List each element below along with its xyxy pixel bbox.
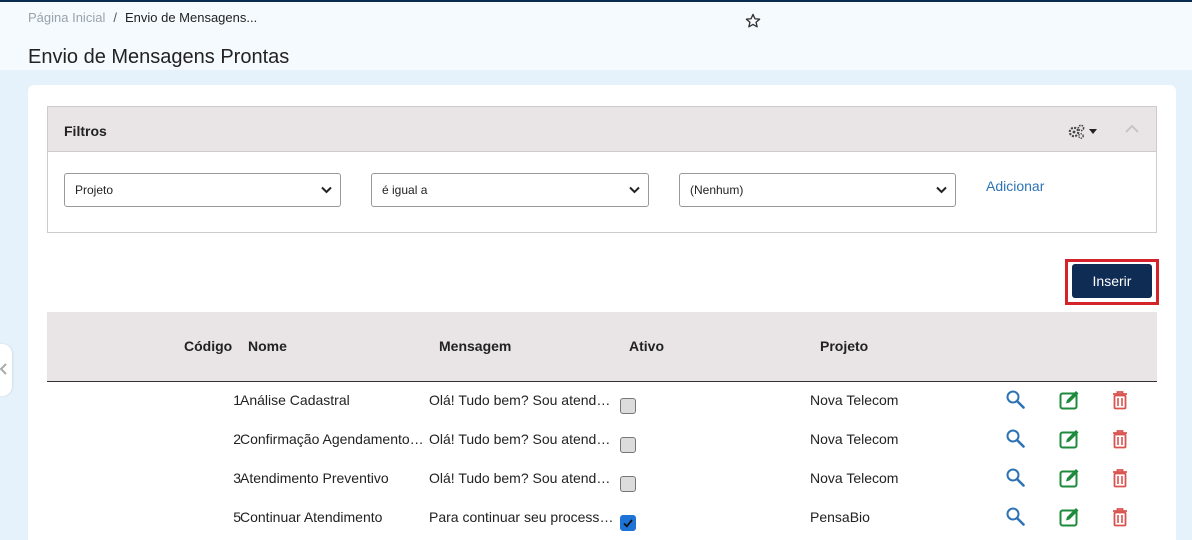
filter-field-value: Projeto <box>75 183 114 197</box>
chevron-down-icon <box>321 186 332 194</box>
add-filter-link[interactable]: Adicionar <box>986 178 1044 194</box>
row-message: Olá! Tudo bem? Sou atendente <box>429 392 617 408</box>
page-header: Página Inicial / Envio de Mensagens... Env… <box>0 2 1192 70</box>
filters-title: Filtros <box>64 123 107 139</box>
delete-button[interactable] <box>1109 428 1131 450</box>
delete-button[interactable] <box>1109 389 1131 411</box>
view-button[interactable] <box>1005 428 1027 450</box>
breadcrumb-separator: / <box>113 10 117 25</box>
table-row: 1 Análise Cadastral Olá! Tudo bem? Sou ate… <box>47 383 1157 422</box>
view-button[interactable] <box>1005 506 1027 528</box>
table-header: Código Nome Mensagem Ativo Projeto <box>47 312 1157 382</box>
column-header-code[interactable]: Código <box>184 338 232 354</box>
edit-icon <box>1059 391 1079 410</box>
row-active-checkbox[interactable] <box>620 515 636 531</box>
table-row: 2Confirmação Agendamento InstalaçãoOlá! … <box>47 422 1157 461</box>
chevron-left-icon <box>0 363 7 375</box>
row-name: Atendimento Preventivo <box>240 470 389 486</box>
magnifier-icon <box>1006 468 1025 487</box>
insert-button[interactable]: Inserir <box>1072 264 1152 298</box>
row-message: Para continuar seu processo de <box>429 509 617 525</box>
filters-header: Filtros <box>48 107 1156 152</box>
row-message: Olá! Tudo bem? Sou atendente <box>429 431 617 447</box>
filter-operator-value: é igual a <box>382 183 428 197</box>
filters-collapse-button[interactable] <box>1124 122 1140 136</box>
filter-value-value: (Nenhum) <box>690 183 744 197</box>
column-header-active[interactable]: Ativo <box>629 338 664 354</box>
trash-icon <box>1113 391 1127 410</box>
caret-down-icon <box>1089 129 1097 134</box>
trash-icon <box>1113 508 1127 527</box>
column-header-name[interactable]: Nome <box>248 338 287 354</box>
page-title: Envio de Mensagens Prontas <box>28 46 290 68</box>
filter-operator-select[interactable]: é igual a <box>371 173 649 207</box>
row-active-checkbox[interactable] <box>620 476 636 492</box>
breadcrumb-home[interactable]: Página Inicial <box>28 10 105 25</box>
delete-button[interactable] <box>1109 506 1131 528</box>
row-name: Continuar Atendimento <box>240 509 383 525</box>
breadcrumb: Página Inicial / Envio de Mensagens... <box>28 10 257 25</box>
star-icon[interactable] <box>744 12 762 30</box>
edit-button[interactable] <box>1059 389 1081 411</box>
chevron-down-icon <box>629 186 640 194</box>
chevron-down-icon <box>936 186 947 194</box>
edit-icon <box>1059 430 1079 449</box>
filter-value-select[interactable]: (Nenhum) <box>679 173 956 207</box>
sidebar-toggle[interactable] <box>0 344 12 396</box>
view-button[interactable] <box>1005 389 1027 411</box>
table-row: 5 Continuar Atendimento Para continuar seu… <box>47 500 1157 539</box>
breadcrumb-current: Envio de Mensagens... <box>124 10 258 25</box>
chevron-up-icon <box>1125 124 1139 133</box>
edit-icon <box>1059 469 1079 488</box>
delete-button[interactable] <box>1109 467 1131 489</box>
row-project: PensaBio <box>810 509 870 525</box>
edit-button[interactable] <box>1059 506 1081 528</box>
gears-icon <box>1068 124 1097 139</box>
check-icon <box>623 519 633 528</box>
column-header-message[interactable]: Mensagem <box>439 338 511 354</box>
edit-icon <box>1059 508 1079 527</box>
table-row: 3 Atendimento Preventivo Olá! Tudo bem? So… <box>47 461 1157 500</box>
row-project: Nova Telecom <box>810 431 899 447</box>
row-active-checkbox[interactable] <box>620 437 636 453</box>
view-button[interactable] <box>1005 467 1027 489</box>
filter-field-select[interactable]: Projeto <box>64 173 341 207</box>
row-message: Olá! Tudo bem? Sou atendente <box>429 470 617 486</box>
row-name: Confirmação Agendamento Instalação <box>240 431 427 447</box>
magnifier-icon <box>1006 390 1025 409</box>
row-project: Nova Telecom <box>810 392 899 408</box>
trash-icon <box>1113 430 1127 449</box>
row-active-checkbox[interactable] <box>620 398 636 414</box>
row-project: Nova Telecom <box>810 470 899 486</box>
trash-icon <box>1113 469 1127 488</box>
magnifier-icon <box>1006 507 1025 526</box>
column-header-project[interactable]: Projeto <box>820 338 868 354</box>
edit-button[interactable] <box>1059 428 1081 450</box>
edit-button[interactable] <box>1059 467 1081 489</box>
magnifier-icon <box>1006 429 1025 448</box>
filter-settings-button[interactable] <box>1067 123 1101 139</box>
filters-panel: Filtros Projeto é igual a (Nenhum) Adici… <box>47 106 1157 233</box>
row-name: Análise Cadastral <box>240 392 350 408</box>
content-card: Filtros Projeto é igual a (Nenhum) Adici… <box>28 85 1176 540</box>
